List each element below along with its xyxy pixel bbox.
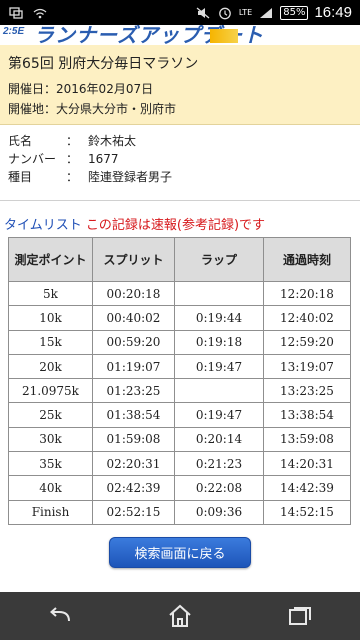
split-cell: 01:59:08 <box>92 426 175 453</box>
point-cell: 35k <box>8 451 93 477</box>
colon: ： <box>66 152 79 166</box>
lap-cell: 0:19:47 <box>174 353 264 380</box>
race-place-label: 開催地： <box>8 102 57 116</box>
runner-name-row: 氏名 ： 鈴木祐太 <box>0 132 360 150</box>
table-row: 25k 01:38:54 0:19:47 13:38:54 <box>8 402 351 428</box>
lap-cell: 0:09:36 <box>174 499 264 525</box>
split-cell: 01:38:54 <box>92 402 175 428</box>
table-row: 40k 02:42:39 0:22:08 14:42:39 <box>8 475 351 501</box>
recent-apps-icon[interactable] <box>280 596 320 636</box>
split-cell: 00:40:02 <box>92 305 175 331</box>
split-cell: 02:20:31 <box>92 451 175 477</box>
passing-time-cell: 13:19:07 <box>263 353 351 380</box>
screen-mirror-icon <box>8 6 24 20</box>
table-row: 21.0975k 01:23:25 13:23:25 <box>8 378 351 404</box>
runner-number-label: ナンバー <box>8 152 57 166</box>
split-cell: 00:59:20 <box>92 329 175 355</box>
race-title: 第65回 別府大分毎日マラソン <box>8 56 199 72</box>
table-row: 35k 02:20:31 0:21:23 14:20:31 <box>8 451 351 477</box>
mute-icon <box>195 6 211 20</box>
timelist-note: この記録は速報(参考記録)です <box>85 218 266 233</box>
passing-time-cell: 13:59:08 <box>263 426 351 453</box>
point-cell: 40k <box>8 475 93 501</box>
lap-cell: 0:19:18 <box>174 329 264 355</box>
logo-sub-text: 2:5E <box>3 26 25 37</box>
race-info-panel: 第65回 別府大分毎日マラソン 開催日：2016年02月07日 開催地：大分県大… <box>0 45 360 125</box>
logo-accent-bar <box>210 29 238 43</box>
site-logo-strip: 2:5E ランナーズアップデート <box>0 25 360 45</box>
header-lap: ラップ <box>174 237 264 282</box>
battery-indicator: 85% <box>280 5 309 20</box>
passing-time-cell: 12:40:02 <box>263 305 351 331</box>
point-cell: 25k <box>8 402 93 428</box>
status-clock: 16:49 <box>314 4 352 21</box>
point-cell: 21.0975k <box>8 378 93 404</box>
race-date-row: 開催日：2016年02月07日 <box>8 79 352 99</box>
table-row: 5k 00:20:18 12:20:18 <box>8 280 351 307</box>
split-cell: 02:52:15 <box>92 499 175 525</box>
table-row: Finish 02:52:15 0:09:36 14:52:15 <box>8 499 351 525</box>
passing-time-cell: 12:20:18 <box>263 280 351 307</box>
back-icon[interactable] <box>40 596 80 636</box>
runner-name-label: 氏名 <box>8 134 33 148</box>
passing-time-cell: 14:52:15 <box>263 499 351 525</box>
lap-cell: 0:19:44 <box>174 305 264 331</box>
split-table: 測定ポイント スプリット ラップ 通過時刻 5k 00:20:18 12:20:… <box>8 237 351 525</box>
table-row: 30k 01:59:08 0:20:14 13:59:08 <box>8 426 351 453</box>
split-cell: 01:23:25 <box>92 378 175 404</box>
timelist-title: タイムリスト <box>4 218 82 233</box>
point-cell: 5k <box>8 280 93 307</box>
passing-time-cell: 14:20:31 <box>263 451 351 477</box>
race-date-value: 2016年02月07日 <box>56 82 154 96</box>
colon: ： <box>66 134 79 148</box>
runner-name-value: 鈴木祐太 <box>88 134 137 148</box>
table-row: 15k 00:59:20 0:19:18 12:59:20 <box>8 329 351 355</box>
runner-category-row: 種目 ： 陸連登録者男子 <box>0 168 360 186</box>
table-row: 10k 00:40:02 0:19:44 12:40:02 <box>8 305 351 331</box>
runner-number-row: ナンバー ： 1677 <box>0 150 360 168</box>
colon: ： <box>66 170 79 184</box>
split-cell: 01:19:07 <box>92 353 175 380</box>
lap-cell: 0:19:47 <box>174 402 264 428</box>
header-split: スプリット <box>92 237 175 282</box>
status-bar: LTE 85% 16:49 <box>0 0 360 25</box>
passing-time-cell: 13:38:54 <box>263 402 351 428</box>
lap-cell: 0:20:14 <box>174 426 264 453</box>
split-cell: 00:20:18 <box>92 280 175 307</box>
lap-cell <box>174 378 264 404</box>
table-row: 20k 01:19:07 0:19:47 13:19:07 <box>8 353 351 380</box>
home-icon[interactable] <box>160 596 200 636</box>
header-point: 測定ポイント <box>8 237 93 282</box>
section-divider <box>0 200 360 201</box>
signal-icon <box>258 6 274 20</box>
network-type: LTE <box>238 8 253 17</box>
timelist-header: タイムリスト この記録は速報(参考記録)です <box>4 214 265 233</box>
lap-cell <box>174 280 264 307</box>
passing-time-cell: 14:42:39 <box>263 475 351 501</box>
wifi-icon <box>32 6 48 20</box>
alarm-icon <box>217 6 233 20</box>
point-cell: 15k <box>8 329 93 355</box>
passing-time-cell: 13:23:25 <box>263 378 351 404</box>
lap-cell: 0:22:08 <box>174 475 264 501</box>
point-cell: 30k <box>8 426 93 453</box>
back-to-search-button[interactable]: 検索画面に戻る <box>109 537 251 568</box>
point-cell: 20k <box>8 353 93 380</box>
runner-category-value: 陸連登録者男子 <box>88 170 173 184</box>
race-place-row: 開催地：大分県大分市・別府市 <box>8 99 352 119</box>
runner-info: 氏名 ： 鈴木祐太 ナンバー ： 1677 種目 ： 陸連登録者男子 <box>0 132 360 186</box>
passing-time-cell: 12:59:20 <box>263 329 351 355</box>
runner-category-label: 種目 <box>8 170 33 184</box>
point-cell: 10k <box>8 305 93 331</box>
system-nav-bar <box>0 592 360 640</box>
lap-cell: 0:21:23 <box>174 451 264 477</box>
header-passing-time: 通過時刻 <box>263 237 351 282</box>
race-place-value: 大分県大分市・別府市 <box>56 102 177 116</box>
runner-number-value: 1677 <box>88 152 119 166</box>
race-date-label: 開催日： <box>8 82 57 96</box>
table-header-row: 測定ポイント スプリット ラップ 通過時刻 <box>8 237 351 282</box>
split-cell: 02:42:39 <box>92 475 175 501</box>
point-cell: Finish <box>8 499 93 525</box>
